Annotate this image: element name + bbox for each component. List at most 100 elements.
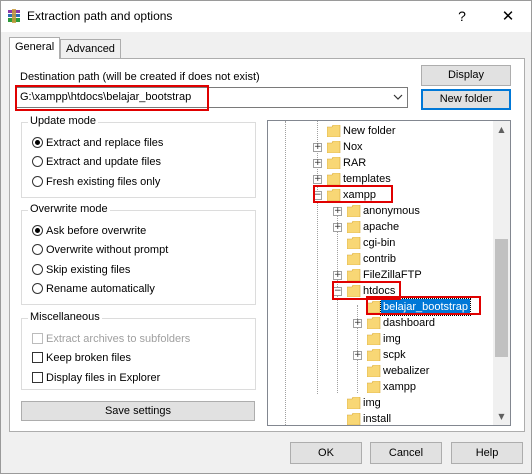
expand-plus-icon[interactable]: + [333, 207, 342, 216]
close-button[interactable]: ✕ [485, 1, 531, 32]
radio-overwrite-without-prompt[interactable]: Overwrite without prompt [32, 242, 168, 258]
radio-label: Skip existing files [46, 264, 131, 276]
tree-item-label[interactable]: anonymous [361, 203, 422, 219]
tree-item-label[interactable]: templates [341, 171, 393, 187]
checkbox-label: Extract archives to subfolders [46, 333, 191, 345]
scroll-down-arrow-icon[interactable]: ▼ [493, 408, 510, 425]
collapse-minus-icon[interactable]: − [333, 287, 342, 296]
help-title-button[interactable]: ? [439, 1, 485, 32]
ok-button[interactable]: OK [290, 442, 362, 464]
checkbox-keep-broken-files[interactable]: Keep broken files [32, 350, 131, 366]
expand-plus-icon[interactable]: + [333, 223, 342, 232]
tree-item-label[interactable]: htdocs [361, 283, 397, 299]
folder-icon [367, 317, 381, 329]
radio-label: Overwrite without prompt [46, 244, 169, 256]
folder-icon [347, 397, 361, 409]
expand-plus-icon[interactable]: + [353, 319, 362, 328]
checkbox-icon[interactable] [32, 372, 43, 383]
checkbox-extract-to-subfolders: Extract archives to subfolders [32, 331, 190, 347]
radio-skip-existing[interactable]: Skip existing files [32, 262, 130, 278]
scrollbar-thumb[interactable] [495, 239, 508, 357]
destination-path-combobox[interactable]: G:\xampp\htdocs\belajar_bootstrap [15, 87, 408, 108]
radio-fresh-existing[interactable]: Fresh existing files only [32, 174, 160, 190]
expand-plus-icon[interactable]: + [313, 159, 322, 168]
tree-item-label[interactable]: RAR [341, 155, 368, 171]
radio-icon[interactable] [32, 176, 43, 187]
checkbox-label: Display files in Explorer [46, 372, 161, 384]
tree-item-label[interactable]: belajar_bootstrap [379, 298, 472, 316]
tree-item-label[interactable]: apache [361, 219, 401, 235]
overwrite-mode-title: Overwrite mode [28, 203, 110, 215]
radio-ask-before-overwrite[interactable]: Ask before overwrite [32, 223, 146, 239]
tree-item-label[interactable]: webalizer [381, 363, 431, 379]
tree-item-label[interactable]: contrib [361, 251, 398, 267]
tree-item-label[interactable]: xampp [381, 379, 418, 395]
tree-item-label[interactable]: xampp [341, 187, 378, 203]
folder-icon [327, 189, 341, 201]
folder-icon [367, 333, 381, 345]
checkbox-icon [32, 333, 43, 344]
radio-label: Extract and replace files [46, 137, 164, 149]
radio-icon[interactable] [32, 244, 43, 255]
update-mode-group: Update mode Extract and replace files Ex… [21, 115, 256, 198]
collapse-minus-icon[interactable]: − [313, 191, 322, 200]
radio-extract-update[interactable]: Extract and update files [32, 154, 161, 170]
tree-item-label[interactable]: Nox [341, 139, 365, 155]
update-mode-title: Update mode [28, 115, 99, 127]
folder-icon [347, 269, 361, 281]
tree-scrollbar[interactable]: ▲ ▼ [493, 121, 510, 425]
radio-rename-automatically[interactable]: Rename automatically [32, 281, 155, 297]
tree-item-label[interactable]: FileZillaFTP [361, 267, 424, 283]
radio-extract-replace[interactable]: Extract and replace files [32, 135, 163, 151]
tab-advanced[interactable]: Advanced [60, 39, 121, 59]
folder-tree[interactable]: New folder + Nox + RAR + templates − xam… [267, 120, 511, 426]
display-button[interactable]: Display [421, 65, 511, 86]
tree-item-label[interactable]: img [381, 331, 403, 347]
miscellaneous-title: Miscellaneous [28, 311, 102, 323]
radio-label: Extract and update files [46, 156, 161, 168]
tree-item-label[interactable]: cgi-bin [361, 235, 397, 251]
title-bar: Extraction path and options ? ✕ [1, 1, 531, 32]
tree-line [285, 121, 286, 425]
tree-item-label[interactable]: scpk [381, 347, 408, 363]
folder-icon [347, 253, 361, 265]
save-settings-button[interactable]: Save settings [21, 401, 255, 421]
tree-item-label[interactable]: New folder [341, 123, 398, 139]
radio-label: Rename automatically [46, 283, 155, 295]
folder-icon [327, 141, 341, 153]
tree-item-label[interactable]: install [361, 411, 393, 425]
checkbox-icon[interactable] [32, 352, 43, 363]
expand-plus-icon[interactable]: + [353, 351, 362, 360]
winrar-archive-icon [8, 9, 20, 23]
expand-plus-icon[interactable]: + [313, 175, 322, 184]
folder-icon [367, 365, 381, 377]
new-folder-button[interactable]: New folder [421, 89, 511, 110]
folder-icon [347, 413, 361, 425]
tree-item-label[interactable]: img [361, 395, 383, 411]
radio-selected-icon[interactable] [32, 225, 43, 236]
checkbox-label: Keep broken files [46, 352, 131, 364]
checkbox-display-in-explorer[interactable]: Display files in Explorer [32, 370, 160, 386]
destination-path-value[interactable]: G:\xampp\htdocs\belajar_bootstrap [20, 91, 191, 103]
tab-general[interactable]: General [9, 37, 61, 59]
folder-icon [327, 173, 341, 185]
chevron-down-icon[interactable] [393, 92, 403, 102]
scroll-up-arrow-icon[interactable]: ▲ [493, 121, 510, 138]
tree-item-label[interactable]: dashboard [381, 315, 437, 331]
folder-icon [367, 301, 381, 313]
expand-plus-icon[interactable]: + [313, 143, 322, 152]
radio-icon[interactable] [32, 283, 43, 294]
radio-selected-icon[interactable] [32, 137, 43, 148]
radio-icon[interactable] [32, 156, 43, 167]
miscellaneous-group: Miscellaneous Extract archives to subfol… [21, 311, 256, 390]
dialog-window: Extraction path and options ? ✕ General … [0, 0, 532, 474]
cancel-button[interactable]: Cancel [370, 442, 442, 464]
help-button[interactable]: Help [451, 442, 523, 464]
tree-line [337, 209, 338, 393]
folder-icon [347, 205, 361, 217]
folder-icon [367, 381, 381, 393]
overwrite-mode-group: Overwrite mode Ask before overwrite Over… [21, 203, 256, 305]
expand-plus-icon[interactable]: + [333, 271, 342, 280]
window-title: Extraction path and options [27, 9, 173, 23]
radio-icon[interactable] [32, 264, 43, 275]
